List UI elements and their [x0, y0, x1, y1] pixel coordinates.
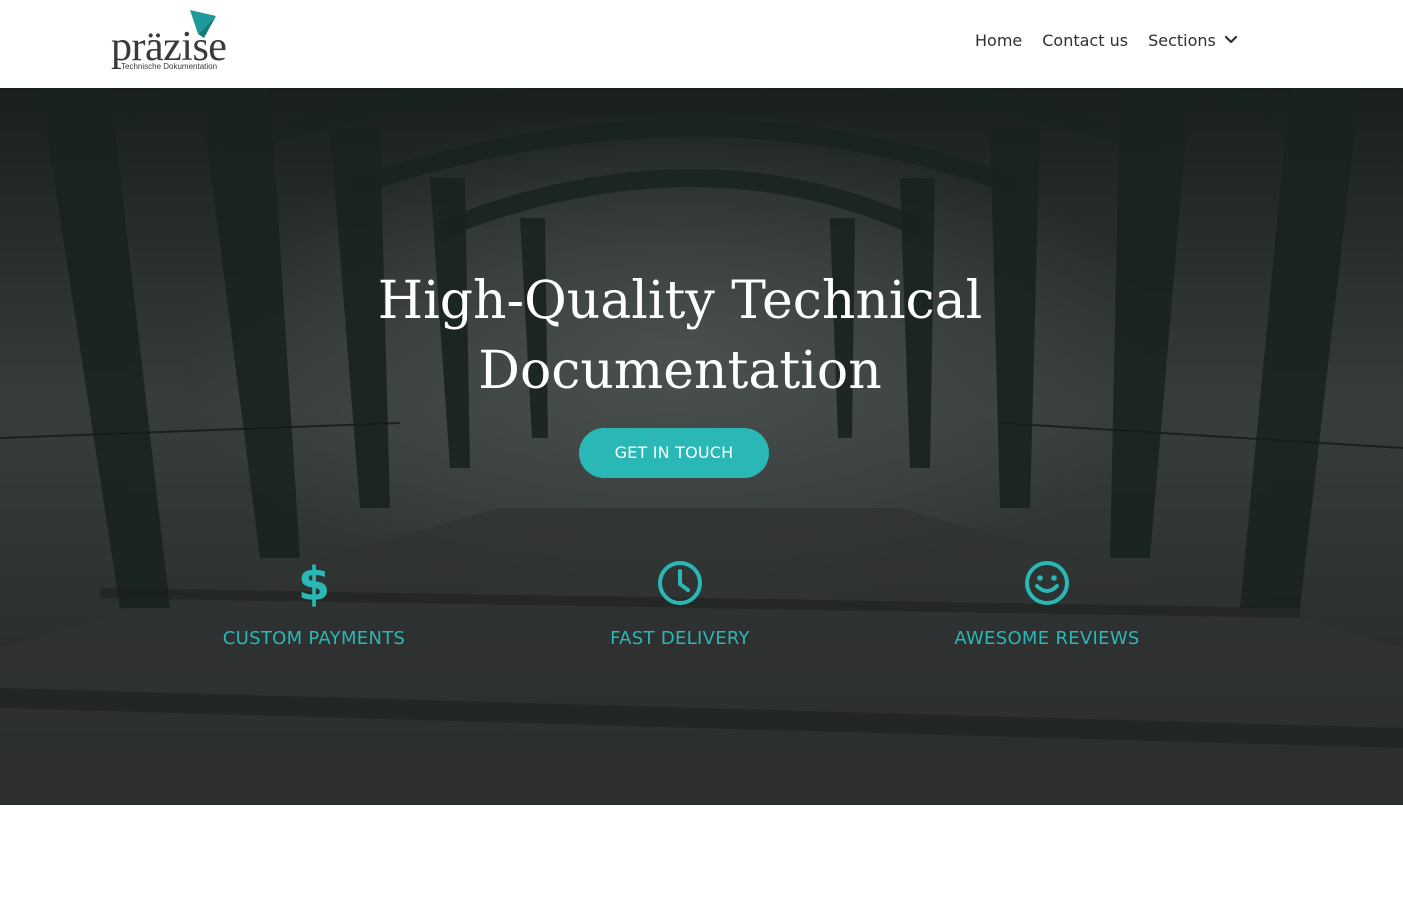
- hero-title: High-Quality Technical Documentation: [280, 266, 1080, 406]
- site-header: präzise Technische Dokumentation Home Co…: [0, 0, 1403, 88]
- hero-section: High-Quality Technical Documentation GET…: [0, 88, 1403, 805]
- get-in-touch-button[interactable]: GET IN TOUCH: [579, 428, 769, 478]
- feature-label: AWESOME REVIEWS: [954, 628, 1140, 649]
- logo-tagline: Technische Dokumentation: [121, 62, 218, 71]
- feature-label: CUSTOM PAYMENTS: [222, 628, 406, 649]
- logo[interactable]: präzise Technische Dokumentation: [108, 8, 233, 74]
- chevron-down-icon[interactable]: [1224, 33, 1238, 47]
- nav-contact-us[interactable]: Contact us: [1042, 31, 1128, 50]
- svg-text:$: $: [298, 558, 330, 608]
- feature-custom-payments: $ CUSTOM PAYMENTS: [164, 558, 464, 649]
- main-nav: Home Contact us Sections: [975, 28, 1238, 52]
- nav-sections[interactable]: Sections: [1148, 31, 1216, 50]
- dollar-icon: $: [298, 558, 330, 608]
- feature-awesome-reviews: AWESOME REVIEWS: [897, 558, 1197, 649]
- hero-title-line-1: High-Quality Technical: [377, 271, 983, 331]
- smiley-icon: [1025, 561, 1069, 605]
- feature-label: FAST DELIVERY: [610, 628, 750, 649]
- nav-home[interactable]: Home: [975, 31, 1022, 50]
- hero-title-line-2: Documentation: [478, 341, 882, 401]
- feature-fast-delivery: FAST DELIVERY: [530, 558, 830, 649]
- clock-icon: [658, 561, 702, 605]
